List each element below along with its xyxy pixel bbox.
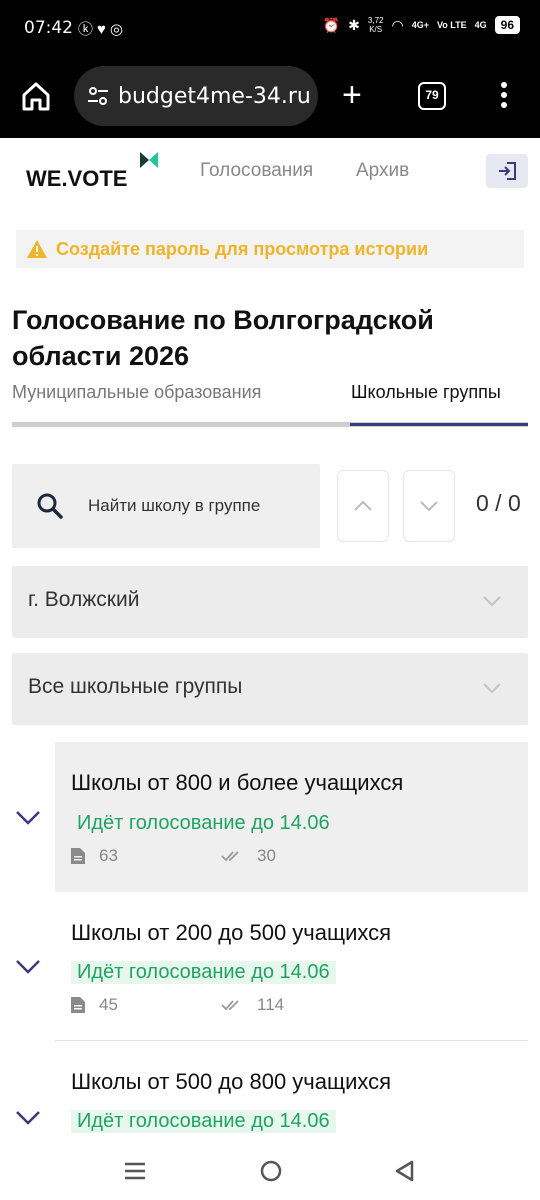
login-button[interactable] <box>486 154 528 188</box>
recent-apps-icon[interactable] <box>122 1158 148 1184</box>
tab-active-indicator <box>350 423 528 426</box>
votes-count: 114 <box>257 995 285 1014</box>
tabs-button[interactable]: 79 <box>418 82 446 110</box>
school-group-panel: Школы от 800 и более учащихся Идёт голос… <box>55 742 528 892</box>
wifi-icon: ◠ <box>391 16 404 33</box>
school-group-title[interactable]: Школы от 800 и более учащихся <box>71 770 403 796</box>
net-speed: 3,72 K/S <box>367 16 384 34</box>
home-circle-icon[interactable] <box>258 1158 284 1184</box>
school-group-panel: Школы от 500 до 800 учащихся Идёт голосо… <box>55 1042 528 1142</box>
password-notice[interactable]: Создайте пароль для просмотра истории <box>16 230 524 268</box>
notice-section: Создайте пароль для просмотра истории <box>0 204 540 288</box>
voting-status: Идёт голосование до 14.06 <box>71 961 336 984</box>
voting-status: Идёт голосование до 14.06 <box>77 812 330 834</box>
status-right: ⏰ ✱ 3,72 K/S ◠ 4G+ Vo LTE 4G 96 <box>323 16 520 34</box>
tab-municipal[interactable]: Муниципальные образования <box>12 382 261 403</box>
network-4g-plus: 4G+ <box>411 19 429 30</box>
bluetooth-icon: ✱ <box>348 16 360 33</box>
notification-icons: ⓚ♥◎ <box>78 18 127 39</box>
network-4g: 4G <box>474 19 487 30</box>
site-header: WE.VOTE Голосования Архив <box>0 138 540 204</box>
documents-count: 63 <box>99 846 118 865</box>
school-group-item[interactable]: Школы от 500 до 800 учащихся Идёт голосо… <box>0 1042 540 1142</box>
voting-status: Идёт голосование до 14.06 <box>71 1110 336 1133</box>
status-bar: 07:42 ⓚ♥◎ ⏰ ✱ 3,72 K/S ◠ 4G+ Vo LTE 4G 9… <box>0 0 540 56</box>
votes-count: 30 <box>257 846 276 865</box>
system-navigation-bar <box>0 1142 540 1200</box>
city-select[interactable]: г. Волжский <box>12 566 528 638</box>
logo-mark-icon <box>140 152 158 168</box>
chevron-down-icon <box>483 596 501 607</box>
expand-chevron-icon[interactable] <box>15 959 41 975</box>
search-input[interactable] <box>88 486 312 526</box>
nav-link-votes[interactable]: Голосования <box>200 160 313 182</box>
double-check-icon <box>221 1000 239 1011</box>
expand-chevron-icon[interactable] <box>15 1110 41 1126</box>
expand-chevron-icon[interactable] <box>15 810 41 826</box>
school-group-title[interactable]: Школы от 500 до 800 учащихся <box>71 1069 391 1095</box>
search-icon[interactable] <box>36 492 64 520</box>
viber-icon: ◎ <box>109 21 128 38</box>
site-logo[interactable]: WE.VOTE <box>26 166 127 192</box>
document-icon <box>71 848 85 864</box>
search-box <box>12 464 320 548</box>
divider <box>55 1040 528 1041</box>
home-icon[interactable] <box>20 80 52 112</box>
school-group-panel: Школы от 200 до 500 учащихся Идёт голосо… <box>55 893 528 1041</box>
school-group-title[interactable]: Школы от 200 до 500 учащихся <box>71 920 391 946</box>
group-select-value[interactable]: Все школьные группы <box>28 675 242 699</box>
heart-icon: ♥ <box>97 21 110 38</box>
school-group-item[interactable]: Школы от 200 до 500 учащихся Идёт голосо… <box>0 893 540 1041</box>
volte-label: Vo LTE <box>436 19 467 30</box>
documents-count: 45 <box>99 995 118 1014</box>
double-check-icon <box>221 851 239 862</box>
group-select[interactable]: Все школьные группы <box>12 653 528 725</box>
tabs: Муниципальные образования Школьные групп… <box>12 380 528 428</box>
status-time: 07:42 <box>24 18 73 38</box>
chevron-down-icon <box>420 501 438 512</box>
chevron-down-icon <box>483 683 501 694</box>
site-settings-icon[interactable] <box>86 84 110 108</box>
ok-icon: ⓚ <box>78 21 98 38</box>
notice-text[interactable]: Создайте пароль для просмотра истории <box>56 239 428 260</box>
nav-link-archive[interactable]: Архив <box>356 160 409 182</box>
menu-icon[interactable] <box>496 82 512 112</box>
city-select-value[interactable]: г. Волжский <box>28 588 139 612</box>
prev-match-button[interactable] <box>337 470 389 542</box>
group-stats: 63 30 <box>71 846 276 866</box>
chevron-up-icon <box>354 500 372 511</box>
tab-school-groups[interactable]: Школьные группы <box>351 382 501 403</box>
document-icon <box>71 997 85 1013</box>
url-text[interactable]: budget4me-34.ru <box>118 84 311 109</box>
back-icon[interactable] <box>392 1158 418 1184</box>
address-bar[interactable]: budget4me-34.ru <box>74 66 318 126</box>
school-group-item[interactable]: Школы от 800 и более учащихся Идёт голос… <box>0 742 540 892</box>
new-tab-button[interactable]: + <box>342 78 362 112</box>
match-count: 0 / 0 <box>476 490 521 516</box>
login-icon <box>499 162 516 180</box>
browser-toolbar: budget4me-34.ru + 79 <box>0 56 540 138</box>
battery-indicator: 96 <box>494 16 520 34</box>
group-stats: 45 114 <box>71 995 284 1015</box>
warning-icon <box>27 240 47 258</box>
next-match-button[interactable] <box>403 470 455 542</box>
alarm-icon: ⏰ <box>322 16 341 33</box>
page-title: Голосование по Волгоградской области 202… <box>12 305 434 371</box>
